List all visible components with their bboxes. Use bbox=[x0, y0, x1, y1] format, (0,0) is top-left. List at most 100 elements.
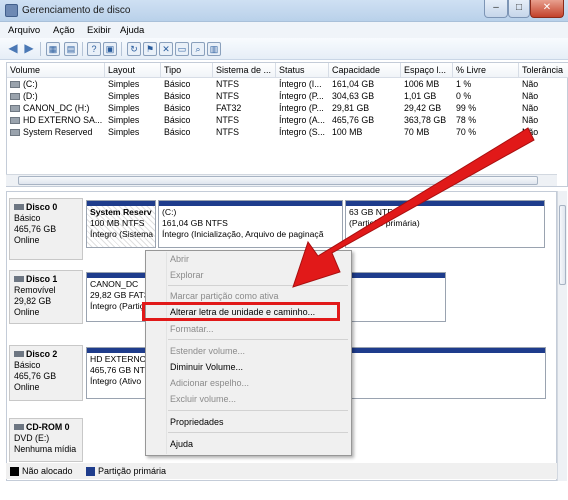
disk-name: Disco 1 bbox=[26, 274, 58, 284]
cell-status: Íntegro (P... bbox=[279, 103, 324, 113]
refresh-icon[interactable]: ↻ bbox=[127, 42, 141, 56]
cdrom-0-header[interactable]: CD-ROM 0 DVD (E:) Nenhuma mídia bbox=[9, 418, 83, 462]
menu-item-marcar-ativa[interactable]: Marcar partição como ativa bbox=[170, 291, 279, 301]
partition-label: System Reserv bbox=[90, 207, 152, 217]
properties-icon[interactable]: ▤ bbox=[64, 42, 78, 56]
window-title: Gerenciamento de disco bbox=[22, 5, 131, 16]
menu-item-explorar[interactable]: Explorar bbox=[170, 270, 204, 280]
menu-bar: Arquivo Ação Exibir Ajuda bbox=[0, 22, 568, 38]
menu-item-abrir[interactable]: Abrir bbox=[170, 254, 189, 264]
disk-size: 29,82 GB bbox=[14, 296, 52, 306]
table-row[interactable]: (D:) bbox=[7, 90, 105, 102]
toolbar-separator bbox=[40, 42, 41, 56]
column-header-status[interactable]: Status bbox=[276, 63, 329, 78]
menu-gutter bbox=[166, 252, 167, 454]
partition-system-reserved[interactable]: System Reserv 100 MB NTFS Íntegro (Siste… bbox=[86, 200, 156, 248]
cell-espaco: 70 MB bbox=[404, 127, 430, 137]
minimize-button[interactable]: – bbox=[484, 0, 508, 18]
volume-icon bbox=[10, 105, 20, 112]
menu-item-excluir[interactable]: Excluir volume... bbox=[170, 394, 236, 404]
disk-status: Online bbox=[14, 307, 40, 317]
back-arrow-icon[interactable]: ◀ bbox=[6, 42, 20, 56]
column-header-sistema[interactable]: Sistema de ... bbox=[213, 63, 276, 78]
column-header-tolerancia[interactable]: Tolerância bbox=[519, 63, 568, 78]
volume-table: Volume Layout Tipo Sistema de ... Status… bbox=[6, 62, 568, 187]
open-folder-icon[interactable]: ▭ bbox=[175, 42, 189, 56]
menu-arquivo[interactable]: Arquivo bbox=[8, 25, 40, 36]
partition-c[interactable]: (C:) 161,04 GB NTFS Íntegro (Inicializaç… bbox=[158, 200, 343, 248]
search-icon[interactable]: ⌕ bbox=[191, 42, 205, 56]
menu-ajuda[interactable]: Ajuda bbox=[120, 25, 144, 36]
column-header-layout[interactable]: Layout bbox=[105, 63, 161, 78]
legend: Não alocado Partição primária bbox=[6, 463, 557, 479]
toolbar: ◀ ▶ ▦ ▤ ? ▣ ↻ ⚑ ✕ ▭ ⌕ ▥ bbox=[0, 38, 568, 60]
close-button[interactable]: ✕ bbox=[530, 0, 564, 18]
cell-tolerancia: Não bbox=[522, 79, 539, 89]
column-header-volume[interactable]: Volume bbox=[7, 63, 105, 78]
horizontal-scrollbar[interactable] bbox=[6, 174, 557, 186]
disk-management-icon bbox=[5, 4, 18, 17]
maximize-button[interactable]: □ bbox=[508, 0, 530, 18]
cell-capacidade: 161,04 GB bbox=[332, 79, 375, 89]
partition-d[interactable]: 63 GB NTFS (Partição primária) bbox=[345, 200, 545, 248]
delete-icon[interactable]: ✕ bbox=[159, 42, 173, 56]
disk-type: Básico bbox=[14, 213, 41, 223]
scroll-thumb[interactable] bbox=[18, 176, 538, 185]
cell-livre: 99 % bbox=[456, 103, 477, 113]
table-row[interactable]: (C:) bbox=[7, 78, 105, 90]
console-tree-icon[interactable]: ▦ bbox=[46, 42, 60, 56]
help-icon[interactable]: ? bbox=[87, 42, 101, 56]
forward-arrow-icon[interactable]: ▶ bbox=[22, 42, 36, 56]
partition-status: Íntegro (Inicialização, Arquivo de pagin… bbox=[162, 229, 324, 239]
disk-size: 465,76 GB bbox=[14, 224, 57, 234]
partition-status: Íntegro (Sistema bbox=[90, 229, 154, 239]
menu-item-estender[interactable]: Estender volume... bbox=[170, 346, 245, 356]
cell-capacidade: 29,81 GB bbox=[332, 103, 370, 113]
menu-exibir[interactable]: Exibir bbox=[87, 25, 111, 36]
cell-tolerancia: Não bbox=[522, 103, 539, 113]
cell-layout: Simples bbox=[108, 115, 140, 125]
toolbar-separator bbox=[121, 42, 122, 56]
menu-item-diminuir[interactable]: Diminuir Volume... bbox=[170, 362, 243, 372]
cell-layout: Simples bbox=[108, 103, 140, 113]
cdrom-icon bbox=[14, 424, 24, 430]
column-header-tipo[interactable]: Tipo bbox=[161, 63, 213, 78]
cell-volume: CANON_DC (H:) bbox=[23, 103, 90, 113]
column-header-livre[interactable]: % Livre bbox=[453, 63, 519, 78]
cell-tipo: Básico bbox=[164, 79, 191, 89]
vertical-scrollbar[interactable] bbox=[557, 191, 567, 481]
cell-status: Íntegro (A... bbox=[279, 115, 325, 125]
menu-item-espelho[interactable]: Adicionar espelho... bbox=[170, 378, 249, 388]
table-row[interactable]: HD EXTERNO SA... bbox=[7, 114, 105, 126]
toolbar-separator bbox=[82, 42, 83, 56]
cell-tolerancia: Não bbox=[522, 115, 539, 125]
menu-separator bbox=[168, 285, 348, 286]
table-row[interactable]: CANON_DC (H:) bbox=[7, 102, 105, 114]
menu-separator bbox=[168, 410, 348, 411]
cell-capacidade: 304,63 GB bbox=[332, 91, 375, 101]
disk-0-header[interactable]: Disco 0 Básico 465,76 GB Online bbox=[9, 198, 83, 260]
cell-espaco: 1,01 GB bbox=[404, 91, 437, 101]
unallocated-swatch bbox=[10, 467, 19, 476]
partition-size: 161,04 GB NTFS bbox=[162, 218, 228, 228]
disk-1-header[interactable]: Disco 1 Removível 29,82 GB Online bbox=[9, 270, 83, 324]
context-menu: Abrir Explorar Marcar partição como ativ… bbox=[145, 250, 352, 456]
scroll-thumb[interactable] bbox=[559, 205, 566, 285]
connect-icon[interactable]: ⚑ bbox=[143, 42, 157, 56]
disk-2-header[interactable]: Disco 2 Básico 465,76 GB Online bbox=[9, 345, 83, 401]
partition-label: (C:) bbox=[162, 207, 177, 217]
view-icon[interactable]: ▣ bbox=[103, 42, 117, 56]
menu-acao[interactable]: Ação bbox=[53, 25, 75, 36]
column-header-capacidade[interactable]: Capacidade bbox=[329, 63, 401, 78]
disk-icon bbox=[14, 351, 24, 357]
disk-properties-icon[interactable]: ▥ bbox=[207, 42, 221, 56]
menu-item-propriedades[interactable]: Propriedades bbox=[170, 417, 224, 427]
menu-item-formatar[interactable]: Formatar... bbox=[170, 324, 214, 334]
menu-item-ajuda[interactable]: Ajuda bbox=[170, 439, 193, 449]
cell-volume: (D:) bbox=[23, 91, 38, 101]
cell-livre: 70 % bbox=[456, 127, 477, 137]
table-row[interactable]: System Reserved bbox=[7, 126, 105, 138]
column-header-espaco[interactable]: Espaço l... bbox=[401, 63, 453, 78]
disk-name: Disco 2 bbox=[26, 349, 58, 359]
legend-unallocated: Não alocado bbox=[22, 466, 73, 476]
